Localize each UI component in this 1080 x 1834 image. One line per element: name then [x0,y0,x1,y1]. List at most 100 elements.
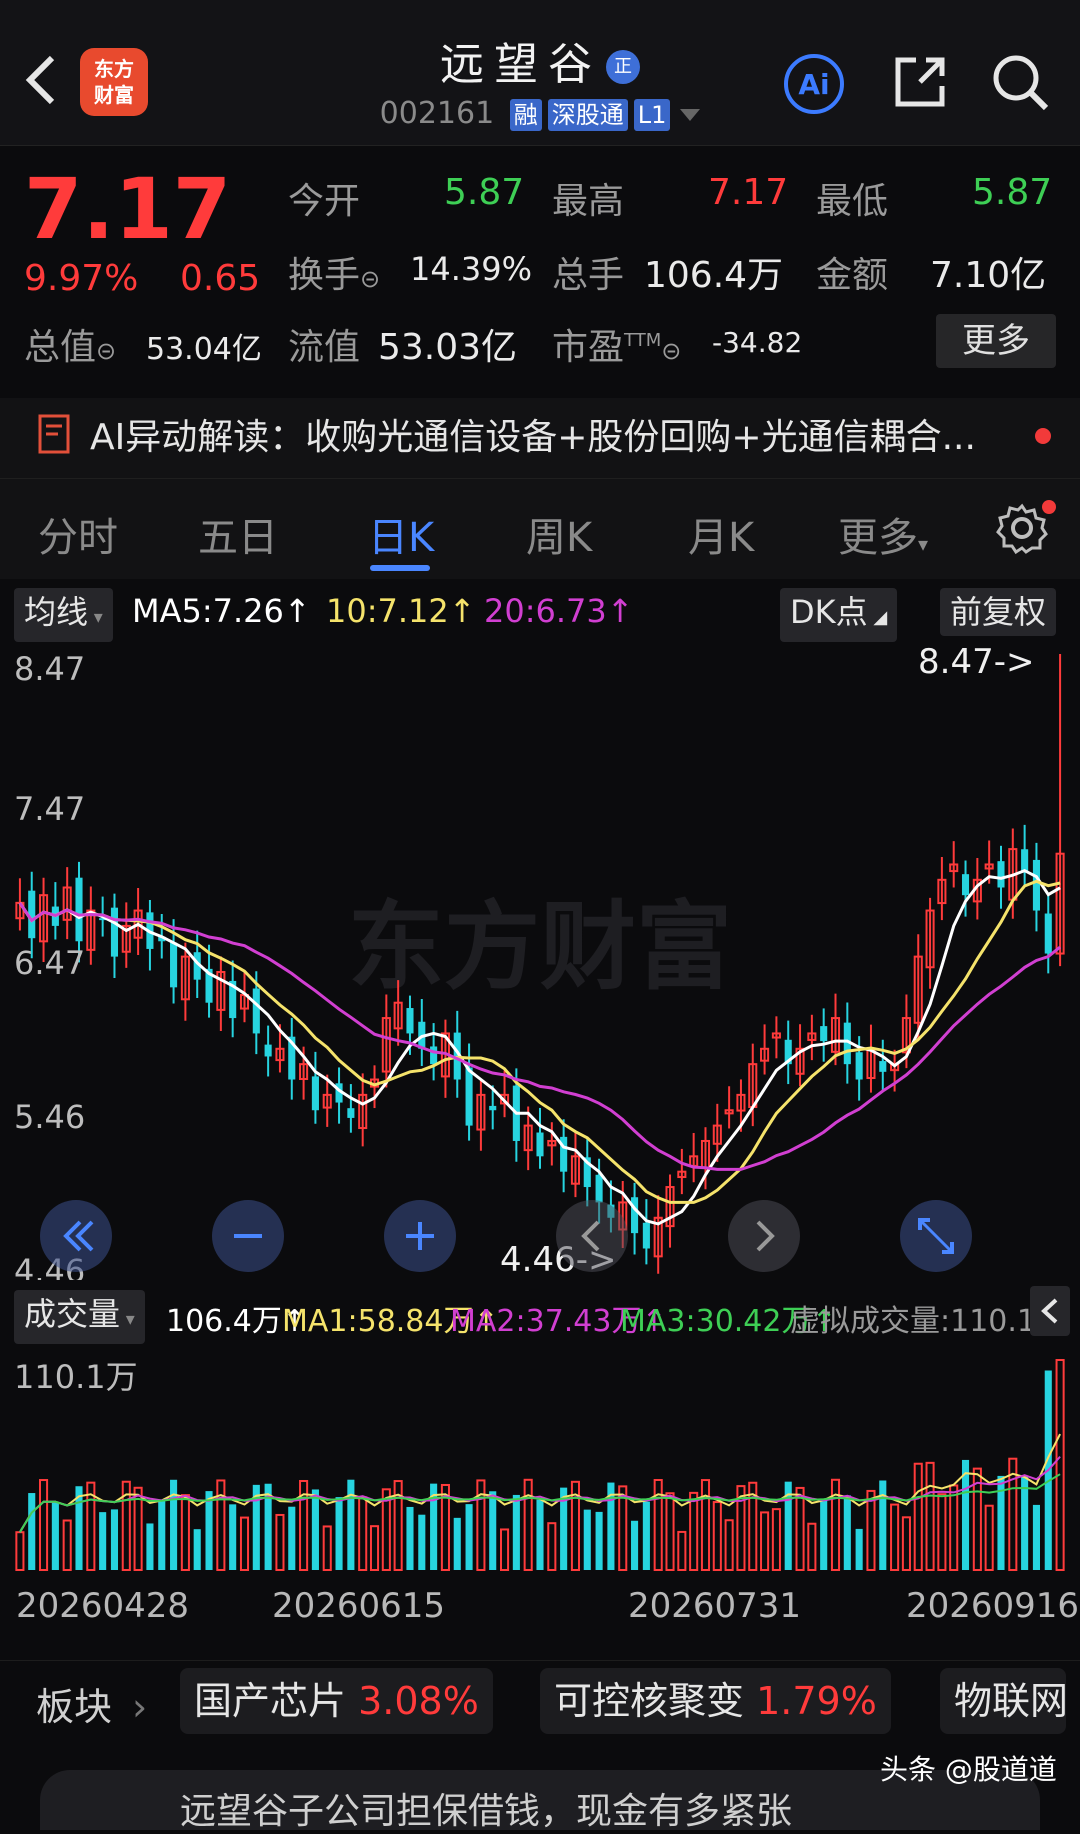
mktcap-value: 53.04亿 [146,332,262,367]
volume-bar [418,1514,426,1570]
tab-intraday[interactable]: 分时 [38,505,118,563]
turnover-label[interactable]: 换手⊝ [288,246,380,298]
prev-button[interactable] [556,1200,628,1272]
candle-body [1044,913,1052,954]
volume-bar [288,1506,296,1570]
mktcap-label[interactable]: 总值⊝ [24,318,116,370]
volume-bar [665,1492,675,1571]
pe-value: -34.82 [712,326,803,359]
collapse-button[interactable] [1030,1286,1070,1336]
volume-bar [689,1491,699,1571]
volume-bar [146,1523,154,1570]
date-label: 20260731 [628,1586,802,1626]
fullscreen-button[interactable] [900,1200,972,1272]
price-axis-label: 6.47 [14,944,85,982]
volume-bar [15,1531,25,1571]
volume-bar [795,1486,805,1571]
settings-badge-dot [1042,500,1056,514]
double-chevron-left-icon [63,1220,94,1252]
volume-bar [170,1479,178,1570]
tab-five-day[interactable]: 五日 [198,505,278,563]
volume-bar [547,1522,557,1572]
volume-bar [110,1509,119,1570]
chevron-right-icon [756,1220,775,1252]
volume-bar [158,1499,166,1570]
max-price-label: 8.47-> [918,642,1035,682]
candle-body [264,1044,272,1057]
candle-body [997,861,1005,888]
sector-label[interactable]: 板块 › [36,1676,147,1731]
candle-body [1032,859,1040,911]
volume-bar [712,1501,722,1571]
amount-value: 7.10亿 [930,255,1047,296]
volume-bar [453,1517,461,1570]
volume-bar [595,1511,603,1570]
candle-body [465,1067,473,1126]
news-text[interactable]: 远望谷子公司担保借钱，现金有多紧张 [180,1782,792,1834]
info-icon: ⊝ [661,337,682,365]
volume-bar [347,1479,355,1570]
volume-bar [51,1501,59,1570]
next-button[interactable] [728,1200,800,1272]
expand-icon [918,1218,954,1254]
volume-bar [275,1513,285,1572]
share-icon[interactable] [890,52,950,112]
ai-assistant-icon[interactable]: Ai [782,52,846,116]
info-icon: ⊝ [360,265,381,293]
low-value: 5.87 [972,172,1053,213]
pe-label[interactable]: 市盈TTM⊝ [552,318,681,370]
candlestick-chart[interactable]: 东方财富 8.477.476.475.464.46 [0,640,1080,1280]
high-label: 最高 [552,181,625,222]
volume-bar [369,1525,380,1571]
volume-bar [99,1512,107,1570]
sector-chip[interactable]: 物联网 [940,1668,1066,1734]
candle-body [430,1046,438,1065]
volume-bar [193,1529,201,1570]
volume-bar [949,1484,959,1571]
svg-text:Ai: Ai [798,68,829,101]
dk-point-button[interactable]: DK点 ◢ [780,588,898,642]
zoom-in-button[interactable] [384,1200,456,1272]
volume-bar [901,1516,911,1571]
volume-bar [879,1480,887,1570]
search-icon[interactable] [990,52,1050,112]
zoom-out-button[interactable] [212,1200,284,1272]
candle-body [536,1132,544,1157]
tab-more[interactable]: 更多▾ [838,505,928,563]
more-button[interactable]: 更多 [936,314,1056,368]
price-axis-label: 5.46 [14,1098,85,1136]
candle-body [1021,849,1029,873]
candle-body [347,1108,355,1118]
sector-chip[interactable]: 国产芯片 3.08% [180,1668,493,1734]
ma-selector[interactable]: 均线 ▾ [14,588,113,642]
unread-dot [1035,428,1051,444]
minus-icon [234,1234,262,1238]
volume-bar [322,1525,332,1571]
indicator-selector[interactable]: 成交量 ▾ [14,1290,145,1344]
volume-bar [216,1479,226,1571]
open-value: 5.87 [444,172,525,213]
float-value: 53.03亿 [378,327,518,368]
volume-chart[interactable] [0,1340,1080,1580]
tag-level: L1 [633,98,671,131]
candle-body [595,1174,603,1203]
volume-bar [807,1522,817,1571]
tab-daily-k[interactable]: 日K [368,505,434,563]
candle-body [642,1222,650,1249]
scroll-left-button[interactable] [40,1200,112,1272]
volume-bar [335,1497,343,1570]
tab-monthly-k[interactable]: 月K [688,505,754,563]
volume-bar [631,1520,639,1570]
adjust-button[interactable]: 前复权 [940,588,1057,636]
volume-bar [205,1491,213,1570]
volume-bar [925,1461,935,1571]
volume-bar [913,1462,923,1571]
sector-chip[interactable]: 可控核聚变 1.79% [540,1668,891,1734]
tab-weekly-k[interactable]: 周K [526,505,592,563]
tag-margin: 融 [509,98,542,131]
ai-insight-text[interactable]: AI异动解读：收购光通信设备+股份回购+光通信耦合... [90,408,976,460]
plus-icon [406,1222,434,1250]
volume-label: 总手 [552,255,625,296]
info-icon: ⊝ [96,337,117,365]
candle-body [855,1052,863,1080]
